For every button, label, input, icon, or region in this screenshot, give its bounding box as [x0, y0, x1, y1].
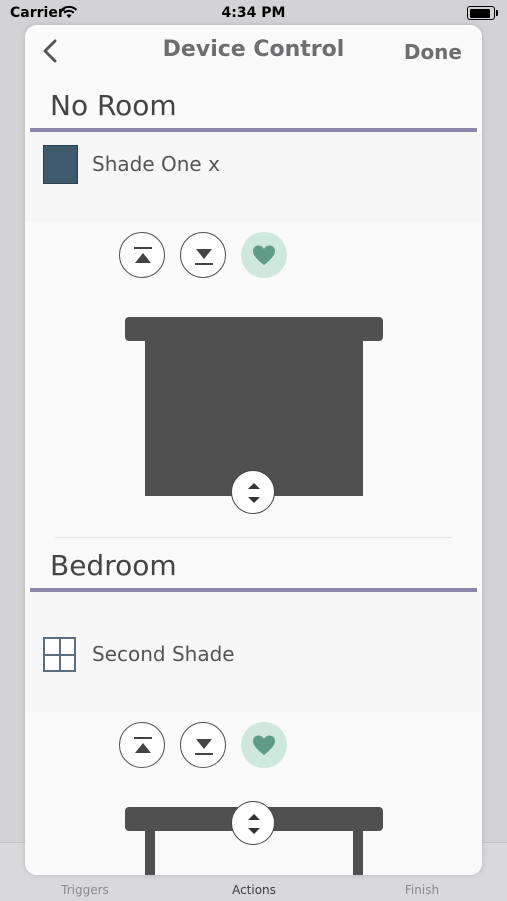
arrow-up-to-top-icon — [134, 737, 152, 753]
window-icon — [43, 637, 76, 672]
shade-frame-right — [353, 827, 363, 875]
shade-frame-left — [145, 827, 155, 875]
shade-solid-icon — [43, 145, 78, 184]
shade-drag-handle[interactable] — [231, 801, 275, 845]
device-row[interactable]: Shade One x — [25, 132, 482, 222]
tab-actions[interactable]: Actions — [204, 883, 304, 897]
up-down-arrows-icon — [248, 814, 260, 834]
favorite-position-button[interactable] — [241, 232, 287, 278]
battery-icon — [467, 6, 498, 20]
shade-control-panel — [25, 222, 482, 538]
device-name: Second Shade — [92, 642, 235, 666]
shade-drag-handle[interactable] — [231, 470, 275, 514]
arrow-down-to-bottom-icon — [195, 739, 213, 755]
done-button[interactable]: Done — [404, 40, 462, 64]
up-down-arrows-icon — [248, 483, 260, 503]
arrow-up-to-top-icon — [134, 247, 152, 263]
open-shade-button[interactable] — [119, 722, 165, 768]
section-separator — [55, 537, 452, 538]
tab-triggers[interactable]: Triggers — [35, 883, 135, 897]
heart-icon — [253, 735, 275, 755]
tab-finish[interactable]: Finish — [372, 883, 472, 897]
room-heading: Bedroom — [50, 549, 177, 582]
clock: 4:34 PM — [221, 5, 286, 21]
close-shade-button[interactable] — [180, 722, 226, 768]
room-heading: No Room — [50, 89, 177, 122]
device-name: Shade One x — [92, 152, 220, 176]
open-shade-button[interactable] — [119, 232, 165, 278]
device-row[interactable]: Second Shade — [25, 592, 482, 712]
arrow-down-to-bottom-icon — [195, 249, 213, 265]
status-bar: Carrier 4:34 PM — [0, 0, 507, 28]
heart-icon — [253, 245, 275, 265]
favorite-position-button[interactable] — [241, 722, 287, 768]
nav-bar: Device Control Done — [25, 25, 482, 79]
shade-control-panel — [25, 712, 482, 875]
device-control-sheet: Device Control Done No Room Shade One x — [25, 25, 482, 875]
close-shade-button[interactable] — [180, 232, 226, 278]
